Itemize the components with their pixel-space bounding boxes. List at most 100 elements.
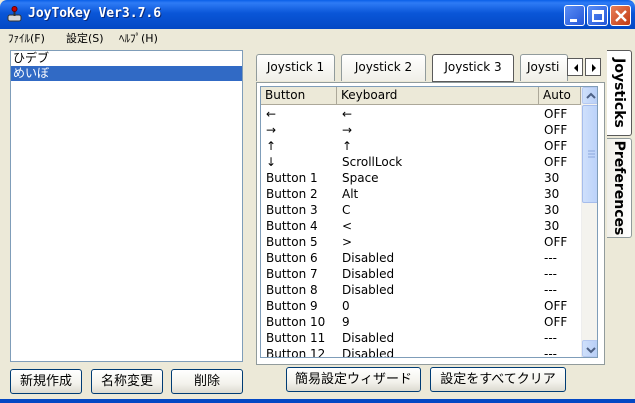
cell-keyboard: Disabled: [342, 331, 395, 345]
cell-auto: 30: [544, 219, 560, 233]
menu-help[interactable]: ﾍﾙﾌﾟ(H): [119, 30, 158, 46]
chevron-left-icon: [574, 64, 578, 72]
table-row[interactable]: Button 4 <30: [261, 218, 581, 234]
side-tab-preferences-label: Preferences: [611, 140, 627, 236]
cell-auto: OFF: [544, 107, 568, 121]
key-assignment-grid[interactable]: Button Keyboard Auto ← ← OFF → → OFF ↑ ↑ OFF ↓ Scr…: [260, 86, 598, 358]
cell-keyboard: ↑: [342, 139, 353, 153]
profile-list[interactable]: ひデブ めいぼ: [10, 50, 243, 362]
cell-button: Button 7: [266, 267, 318, 281]
table-row[interactable]: Button 3 C 30: [261, 202, 581, 218]
minimize-icon: [570, 19, 577, 22]
scroll-down-button[interactable]: [582, 340, 597, 357]
table-row[interactable]: Button 5 > OFF: [261, 234, 581, 250]
table-row[interactable]: Button 6 Disabled ---: [261, 250, 581, 266]
title-bar[interactable]: JoyToKey Ver3.7.6: [0, 0, 635, 29]
cell-button: Button 11: [266, 331, 326, 345]
cell-button: Button 2: [266, 187, 318, 201]
cell-button: Button 3: [266, 203, 318, 217]
side-tab-preferences[interactable]: Preferences: [607, 138, 632, 238]
cell-button: Button 1: [266, 171, 318, 185]
cell-button: Button 4: [266, 219, 318, 233]
window-bottom-border: [0, 399, 635, 403]
cell-auto: OFF: [544, 155, 568, 169]
cell-auto: OFF: [544, 139, 568, 153]
cell-button: ↑: [266, 139, 277, 153]
delete-profile-button[interactable]: 削除: [171, 369, 243, 394]
scroll-thumb[interactable]: [582, 105, 597, 203]
cell-auto: OFF: [544, 235, 568, 249]
cell-keyboard: →: [342, 123, 353, 137]
cell-button: ↓: [266, 155, 277, 169]
cell-auto: ---: [544, 251, 557, 265]
table-row[interactable]: ↑ ↑ OFF: [261, 138, 581, 154]
cell-keyboard: C: [342, 203, 351, 217]
cell-button: Button 5: [266, 235, 318, 249]
cell-keyboard: Alt: [342, 187, 359, 201]
chevron-down-icon: [586, 347, 596, 354]
tab-scroll-right-button[interactable]: [585, 58, 601, 76]
setup-wizard-button[interactable]: 簡易設定ウィザード: [286, 367, 421, 392]
list-item[interactable]: ひデブ: [11, 51, 242, 66]
side-tab-joysticks-label: Joysticks: [611, 58, 627, 128]
cell-keyboard: Disabled: [342, 251, 395, 265]
cell-auto: ---: [544, 347, 557, 358]
cell-keyboard: 9: [342, 315, 350, 329]
cell-button: Button 9: [266, 299, 318, 313]
table-row[interactable]: Button 11 Disabled ---: [261, 330, 581, 346]
maximize-icon: [592, 10, 604, 22]
table-row[interactable]: Button 12 Disabled ---: [261, 346, 581, 358]
grip-icon: [588, 150, 595, 158]
table-row[interactable]: ↓ ScrollLock OFF: [261, 154, 581, 170]
table-row[interactable]: → → OFF: [261, 122, 581, 138]
cell-keyboard: Disabled: [342, 267, 395, 281]
table-row[interactable]: Button 8 Disabled ---: [261, 282, 581, 298]
cell-auto: 30: [544, 203, 560, 217]
cell-keyboard: ScrollLock: [342, 155, 403, 169]
tab-joystick-4[interactable]: Joysti: [520, 54, 568, 81]
close-button[interactable]: [610, 5, 631, 26]
table-row[interactable]: Button 2 Alt 30: [261, 186, 581, 202]
cell-button: Button 10: [266, 315, 326, 329]
clear-all-button[interactable]: 設定をすべてクリア: [430, 367, 566, 392]
cell-keyboard: Space: [342, 171, 379, 185]
cell-keyboard: >: [342, 235, 353, 249]
vertical-scrollbar[interactable]: [581, 87, 597, 357]
cell-keyboard: 0: [342, 299, 350, 313]
tab-joystick-1[interactable]: Joystick 1: [256, 54, 335, 81]
cell-keyboard: Disabled: [342, 347, 395, 358]
cell-auto: ---: [544, 283, 557, 297]
column-header-keyboard[interactable]: Keyboard: [337, 87, 539, 105]
tab-joystick-2[interactable]: Joystick 2: [341, 54, 426, 81]
cell-button: Button 8: [266, 283, 318, 297]
menu-file[interactable]: ﾌｧｲﾙ(F): [8, 30, 45, 46]
column-header-button[interactable]: Button: [261, 87, 337, 105]
table-row[interactable]: Button 7 Disabled ---: [261, 266, 581, 282]
new-profile-button[interactable]: 新規作成: [10, 369, 82, 394]
window-title: JoyToKey Ver3.7.6: [28, 6, 162, 21]
column-header-auto[interactable]: Auto: [539, 87, 581, 105]
maximize-button[interactable]: [587, 5, 608, 26]
tab-joystick-3[interactable]: Joystick 3: [432, 54, 514, 82]
chevron-up-icon: [586, 92, 596, 99]
cell-auto: OFF: [544, 299, 568, 313]
rename-profile-button[interactable]: 名称変更: [91, 369, 163, 394]
side-tab-joysticks[interactable]: Joysticks: [607, 50, 632, 136]
table-row[interactable]: Button 9 0 OFF: [261, 298, 581, 314]
cell-auto: 30: [544, 171, 560, 185]
list-item-selected[interactable]: めいぼ: [11, 66, 242, 81]
table-row[interactable]: ← ← OFF: [261, 106, 581, 122]
table-row[interactable]: Button 10 9 OFF: [261, 314, 581, 330]
menu-settings[interactable]: 設定(S): [66, 30, 104, 46]
minimize-button[interactable]: [564, 5, 585, 26]
scroll-up-button[interactable]: [582, 87, 597, 104]
table-row[interactable]: Button 1 Space 30: [261, 170, 581, 186]
cell-auto: ---: [544, 331, 557, 345]
tab-scroll-left-button[interactable]: [567, 58, 583, 76]
cell-auto: OFF: [544, 315, 568, 329]
chevron-right-icon: [592, 64, 596, 72]
grid-header: Button Keyboard Auto: [261, 87, 581, 105]
cell-keyboard: ←: [342, 107, 353, 121]
cell-auto: ---: [544, 267, 557, 281]
grid-rows: ← ← OFF → → OFF ↑ ↑ OFF ↓ ScrollLock OFF Button 1 Spa…: [261, 106, 581, 358]
